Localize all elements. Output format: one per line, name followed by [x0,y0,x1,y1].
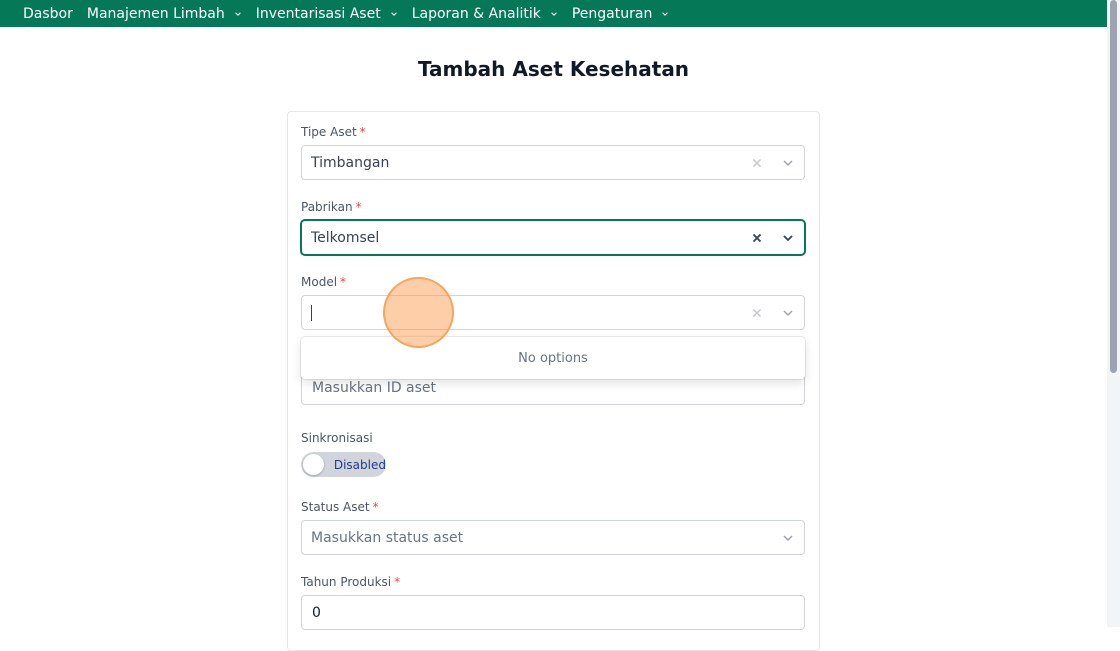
nav-item-pengaturan[interactable]: Pengaturan [572,6,669,22]
status-aset-label: Status Aset * [301,500,379,514]
model-input[interactable] [311,304,742,321]
page-scrollbar[interactable] [1107,0,1120,627]
tipe-aset-label: Tipe Aset * [301,125,366,139]
clear-icon[interactable] [742,221,772,254]
page-title: Tambah Aset Kesehatan [417,57,690,81]
nav-item-manajemen-limbah[interactable]: Manajemen Limbah [87,6,242,22]
chevron-down-icon [550,10,558,18]
chevron-down-icon [234,10,242,18]
model-label: Model * [301,275,346,289]
required-mark: * [372,500,379,514]
model-select[interactable] [301,295,805,330]
chevron-down-icon [390,10,398,18]
clear-icon[interactable] [742,296,772,329]
required-mark: * [394,575,401,589]
label-text: Sinkronisasi [301,431,373,445]
nav-item-label: Manajemen Limbah [86,5,225,22]
top-navbar: Dasbor Manajemen Limbah Inventarisasi As… [0,0,1107,27]
status-aset-placeholder: Masukkan status aset [311,529,464,546]
toggle-state-label: Disabled [333,457,386,472]
label-text: Status Aset [301,500,370,514]
pabrikan-label: Pabrikan * [301,200,362,214]
label-text: Tipe Aset [301,125,357,139]
no-options-message: No options [518,350,588,366]
text-caret [311,304,312,321]
sinkronisasi-toggle[interactable]: Disabled [301,452,386,477]
model-dropdown-menu: No options [301,337,805,379]
clear-icon[interactable] [742,146,772,179]
nav-item-label: Dasbor [23,5,73,22]
tahun-produksi-input[interactable] [301,595,805,630]
toggle-knob [303,454,324,475]
status-aset-select[interactable]: Masukkan status aset [301,520,805,555]
chevron-down-icon[interactable] [772,146,804,179]
chevron-down-icon[interactable] [772,521,804,554]
chevron-down-icon[interactable] [772,296,804,329]
tipe-aset-value: Timbangan [311,154,390,171]
label-text: Tahun Produksi [301,575,392,589]
nav-item-label: Laporan & Analitik [411,5,541,22]
required-mark: * [340,275,347,289]
chevron-down-icon [661,10,669,18]
pabrikan-select[interactable]: Telkomsel [301,220,805,255]
tahun-produksi-label: Tahun Produksi * [301,575,400,589]
sinkronisasi-label: Sinkronisasi [301,431,373,445]
pabrikan-value: Telkomsel [311,229,380,246]
nav-item-dasbor[interactable]: Dasbor [23,6,73,22]
scrollbar-thumb[interactable] [1110,0,1117,373]
nav-item-label: Inventarisasi Aset [255,5,381,22]
nav-item-label: Pengaturan [571,5,653,22]
required-mark: * [359,125,366,139]
label-text: Pabrikan [301,200,353,214]
chevron-down-icon[interactable] [772,221,804,254]
tipe-aset-select[interactable]: Timbangan [301,145,805,180]
nav-item-laporan-analitik[interactable]: Laporan & Analitik [412,6,558,22]
required-mark: * [355,200,362,214]
label-text: Model [301,275,338,289]
nav-item-inventarisasi-aset[interactable]: Inventarisasi Aset [256,6,398,22]
